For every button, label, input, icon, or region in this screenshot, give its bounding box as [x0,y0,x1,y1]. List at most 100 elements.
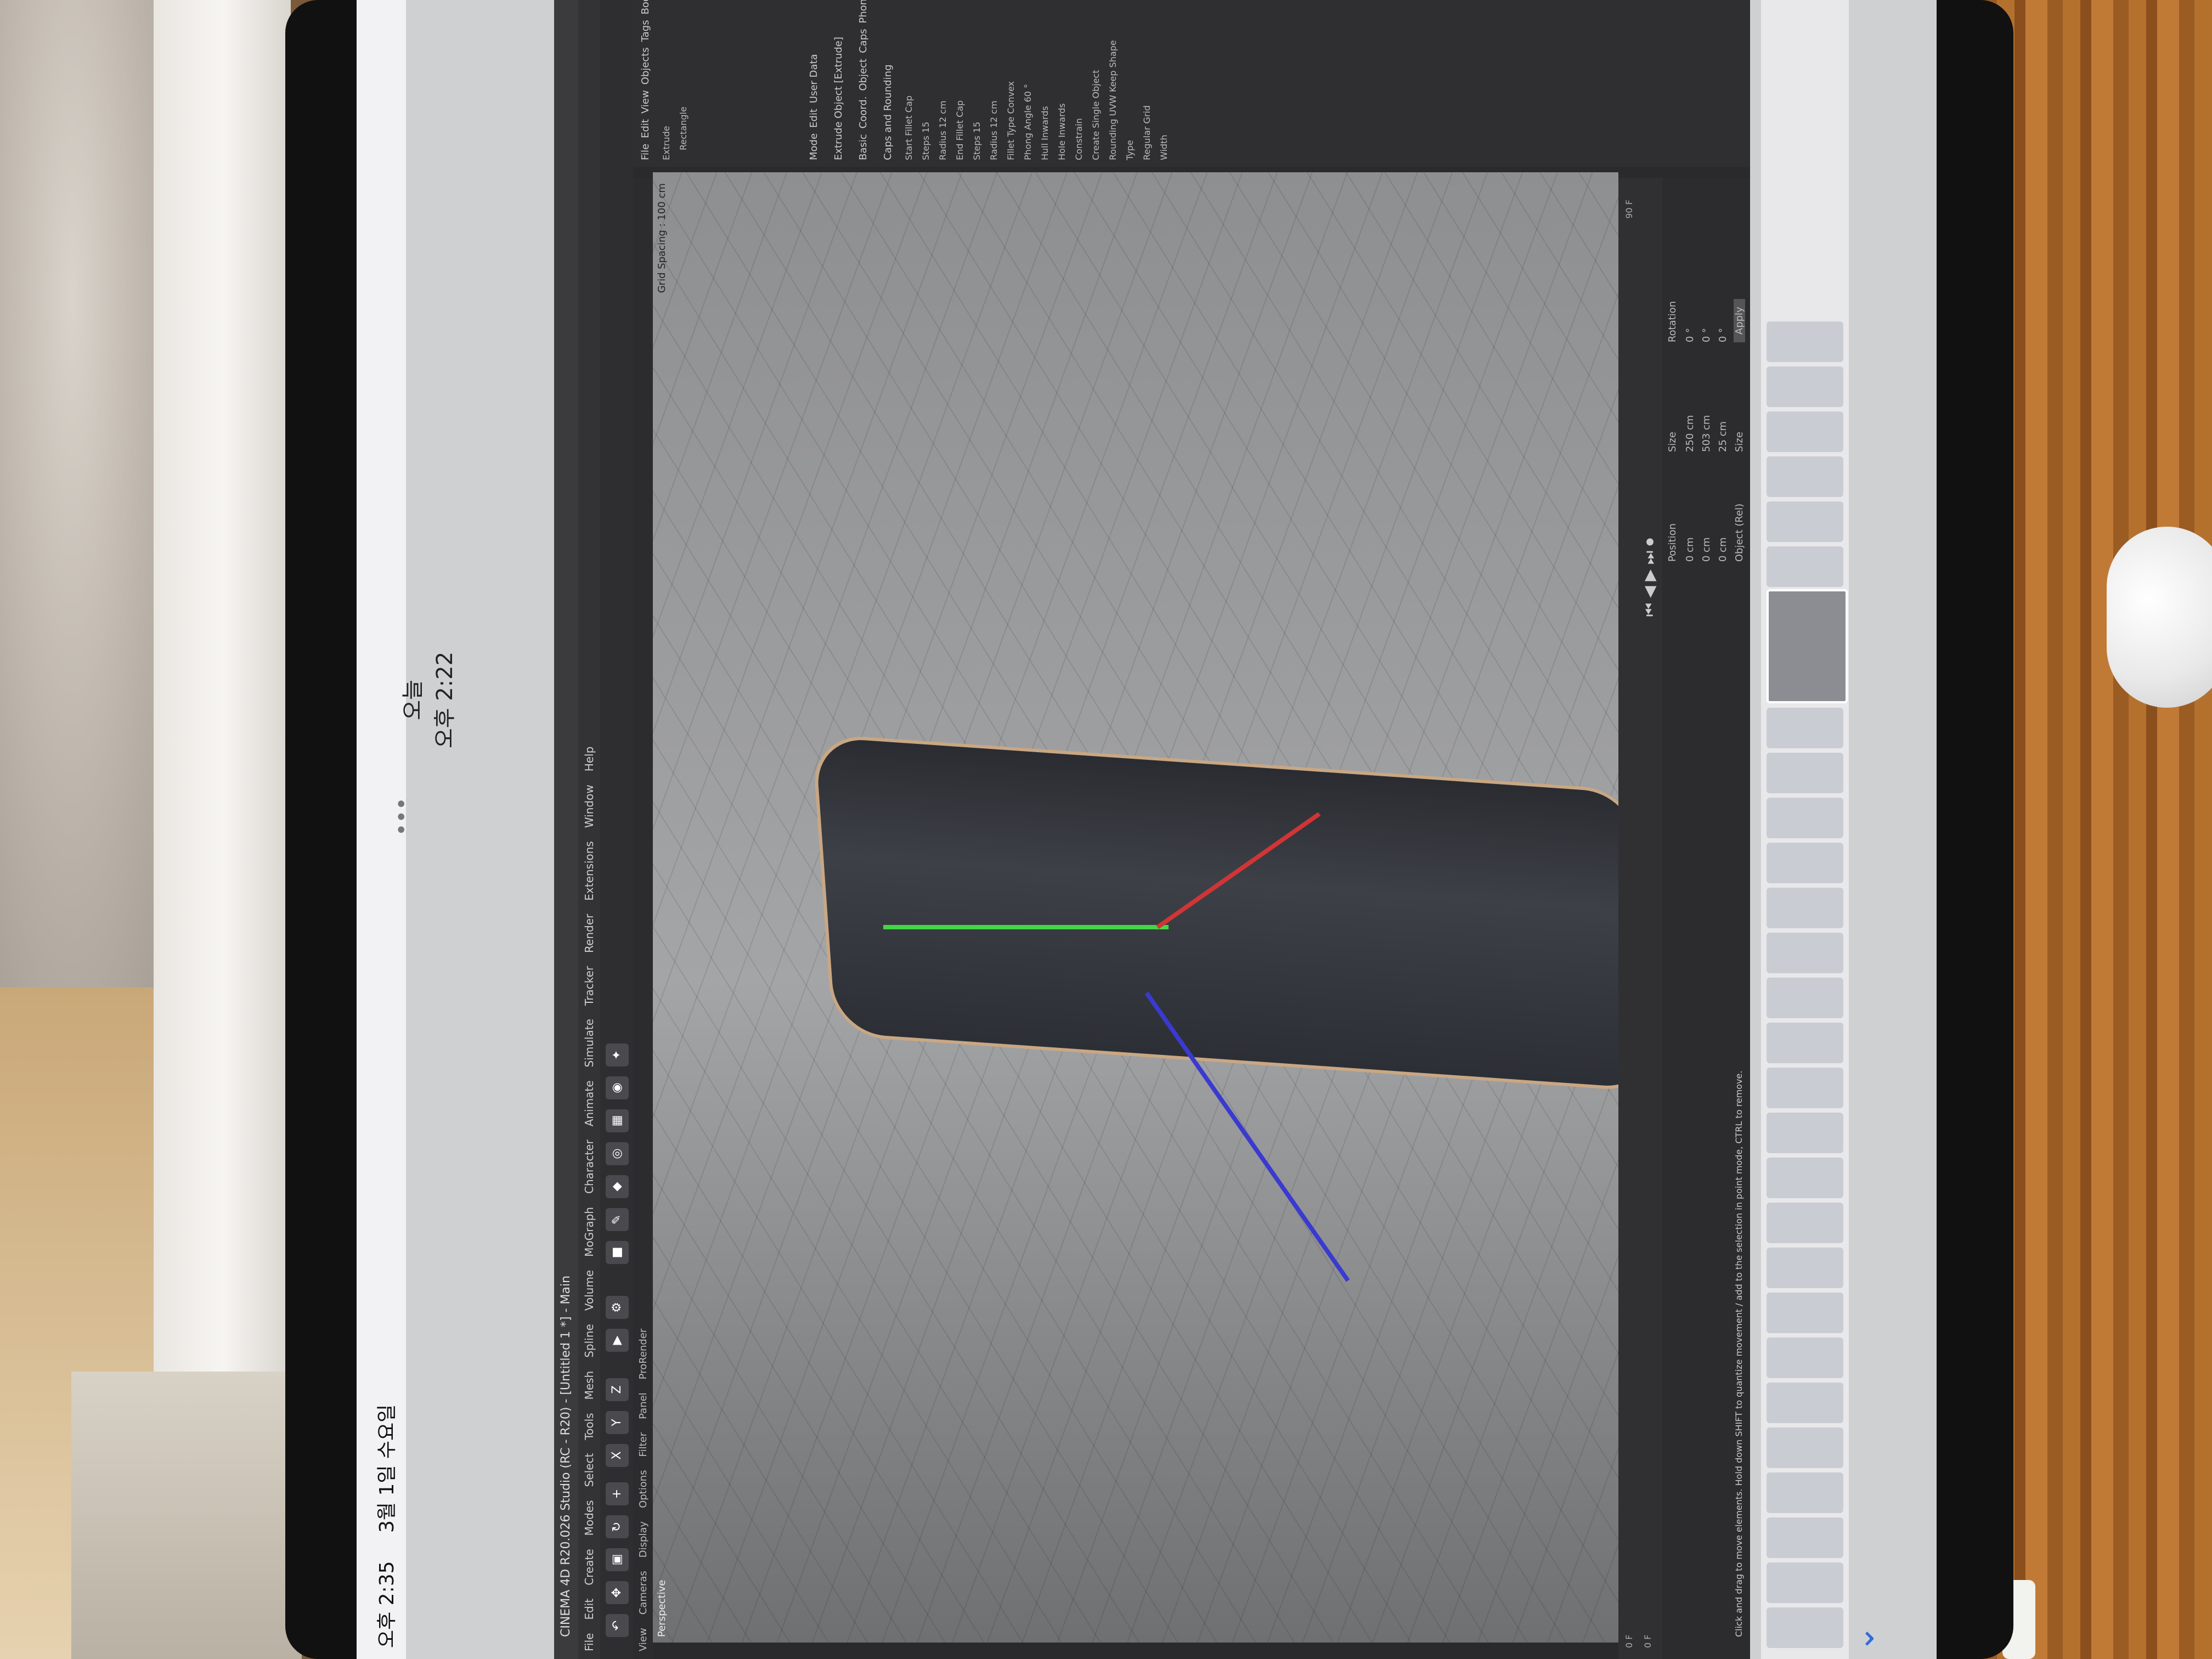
thumbnail[interactable] [1767,456,1843,497]
menu-item-9[interactable]: MoGraph [583,1207,596,1257]
attr-row-9[interactable]: Hole Inwards [1053,0,1070,167]
undo-icon[interactable]: ↶ [606,1614,629,1637]
pos-z[interactable]: 0 cm [1717,537,1729,562]
deformer-icon[interactable]: ◎ [606,1142,629,1165]
object-rectangle[interactable]: Rectangle [675,0,692,167]
menu-item-3[interactable]: Modes [583,1500,596,1536]
cube-icon[interactable]: ■ [606,1241,629,1264]
menu-item-10[interactable]: Character [583,1139,596,1194]
menu-item-11[interactable]: Animate [583,1080,596,1126]
attr-menu-item-0[interactable]: Mode [808,133,820,160]
thumbnail[interactable] [1767,933,1843,973]
size-z[interactable]: 25 cm [1717,421,1729,452]
thumbnail[interactable] [1767,888,1843,928]
attr-menu-item-1[interactable]: Edit [808,109,820,128]
om-menu-item-5[interactable]: Bookmarks [640,0,651,14]
om-menu-item-4[interactable]: Tags [640,20,651,42]
menu-item-6[interactable]: Mesh [583,1371,596,1400]
attr-tab-1[interactable]: Coord. [857,97,869,129]
view-menu-item-6[interactable]: ProRender [637,1329,649,1380]
thumbnail[interactable] [1767,366,1843,407]
thumbnail[interactable] [1767,1158,1843,1198]
object-extrude[interactable]: Extrude [658,0,675,167]
render-settings-icon[interactable]: ⚙ [606,1296,629,1319]
attr-row-15[interactable]: Width [1155,0,1172,167]
thumbnail[interactable] [1767,1338,1843,1378]
menu-item-14[interactable]: Render [583,914,596,953]
coord-mode-select[interactable]: Object (Rel) [1734,504,1745,562]
thumbnail[interactable] [1767,798,1843,838]
menu-item-8[interactable]: Volume [583,1270,596,1311]
om-menu-item-1[interactable]: Edit [640,119,651,138]
rot-b[interactable]: 0 ° [1717,328,1729,342]
pos-y[interactable]: 0 cm [1701,537,1712,562]
chevron-down-icon[interactable]: ⌄ [1843,1625,1882,1652]
thumbnail[interactable] [1767,411,1843,452]
attr-row-12[interactable]: Rounding UVW Keep Shape [1104,0,1121,167]
rot-p[interactable]: 0 ° [1701,328,1712,342]
thumbnail[interactable] [1767,1472,1843,1513]
menu-item-2[interactable]: Create [583,1549,596,1585]
attr-row-11[interactable]: Create Single Object [1087,0,1104,167]
view-menu-item-0[interactable]: View [637,1628,649,1651]
thumbnail[interactable] [1767,546,1843,587]
menu-item-4[interactable]: Select [583,1453,596,1487]
thumbnail[interactable] [1767,1023,1843,1063]
thumbnail-strip[interactable] [1761,0,1849,1659]
thumbnail[interactable] [1767,501,1843,542]
thumbnail[interactable] [1767,589,1848,703]
apply-button[interactable]: Apply [1734,299,1745,342]
size-mode-select[interactable]: Size [1734,432,1745,452]
generator-icon[interactable]: ◆ [606,1175,629,1198]
attr-row-5[interactable]: Radius 12 cm [985,0,1002,167]
scale-tool-icon[interactable]: ▣ [606,1548,629,1571]
menu-item-0[interactable]: File [583,1633,596,1651]
more-dots-icon[interactable]: ••• [390,797,415,836]
thumbnail[interactable] [1767,1293,1843,1333]
thumbnail[interactable] [1767,843,1843,883]
thumbnail[interactable] [1767,1517,1843,1558]
menu-item-15[interactable]: Extensions [583,841,596,901]
om-menu-item-2[interactable]: View [640,90,651,114]
view-menu-item-2[interactable]: Display [637,1521,649,1558]
attr-menu-item-2[interactable]: User Data [808,54,820,103]
attr-row-13[interactable]: Type [1121,0,1138,167]
attr-row-1[interactable]: Steps 15 [917,0,934,167]
view-menu-item-5[interactable]: Panel [637,1392,649,1419]
y-axis-handle[interactable] [883,925,1169,929]
attr-tab-4[interactable]: Phong [857,0,869,23]
rot-h[interactable]: 0 ° [1684,328,1696,342]
attr-row-6[interactable]: Fillet Type Convex [1002,0,1019,167]
floor-icon[interactable]: ▦ [606,1109,629,1132]
attr-tab-2[interactable]: Object [857,59,869,91]
attr-row-0[interactable]: Start Fillet Cap [900,0,917,167]
attr-row-4[interactable]: Steps 15 [968,0,985,167]
menu-item-1[interactable]: Edit [583,1599,596,1620]
thumbnail[interactable] [1767,753,1843,793]
playback-controls[interactable]: ⏮ ◀ ▶ ⏭ ⏺ [1640,538,1659,617]
thumbnail[interactable] [1767,978,1843,1018]
thumbnail[interactable] [1767,1607,1843,1648]
3d-viewport[interactable]: Perspective Grid Spacing : 100 cm [653,172,1654,1643]
thumbnail[interactable] [1767,321,1843,362]
rotate-tool-icon[interactable]: ↻ [606,1515,629,1538]
om-menu-item-3[interactable]: Objects [640,47,651,84]
move-tool-icon[interactable]: ✥ [606,1581,629,1604]
axis-y-button[interactable]: Y [606,1411,629,1434]
attr-row-14[interactable]: Regular Grid [1138,0,1155,167]
thumbnail[interactable] [1767,1203,1843,1243]
attr-tab-0[interactable]: Basic [857,134,869,160]
menu-item-7[interactable]: Spline [583,1324,596,1357]
size-x[interactable]: 250 cm [1684,415,1696,452]
menu-item-12[interactable]: Simulate [583,1019,596,1067]
thumbnail[interactable] [1767,708,1843,748]
axis-z-button[interactable]: Z [606,1378,629,1401]
timeline[interactable]: 0 F 90 F 0 F ⏮ ◀ ▶ ⏭ ⏺ [1618,178,1662,1659]
menu-item-13[interactable]: Tracker [583,966,596,1006]
axis-x-button[interactable]: X [606,1444,629,1467]
attr-row-8[interactable]: Hull Inwards [1036,0,1053,167]
attr-row-2[interactable]: Radius 12 cm [934,0,951,167]
attr-row-7[interactable]: Phong Angle 60 ° [1019,0,1036,167]
menu-item-16[interactable]: Window [583,785,596,828]
thumbnail[interactable] [1767,1427,1843,1468]
